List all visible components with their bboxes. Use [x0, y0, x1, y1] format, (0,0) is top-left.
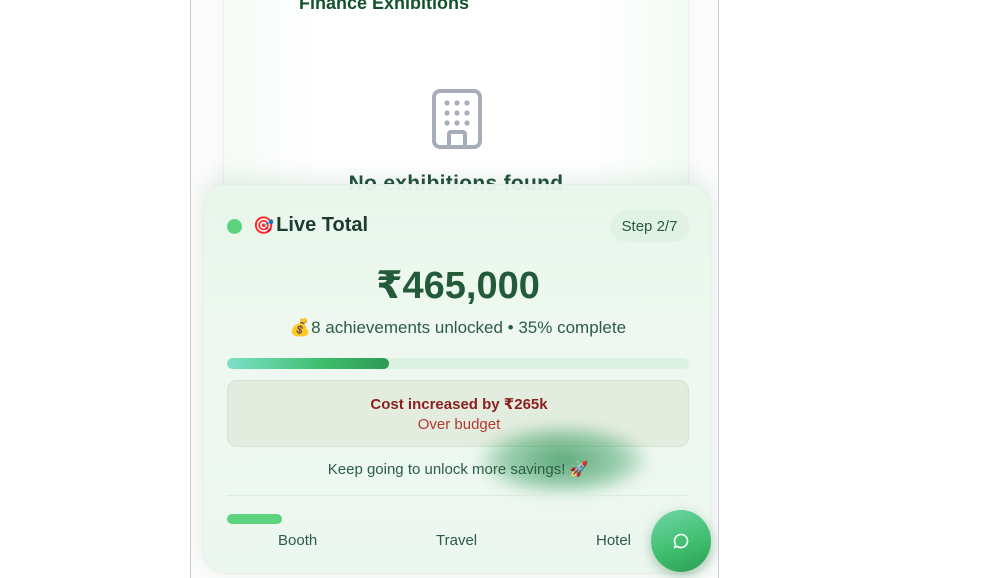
step-badge: Step 2/7 — [610, 210, 689, 242]
money-bag-icon: 💰 — [289, 318, 312, 337]
active-tab-indicator — [227, 514, 282, 524]
live-total-label: Live Total — [276, 214, 369, 236]
live-status-dot — [227, 219, 242, 234]
achievements-text: 8 achievements unlocked • 35% complete — [311, 318, 627, 337]
live-total-title: 🎯 Live Total — [253, 214, 368, 237]
tab-divider — [227, 495, 689, 496]
building-icon — [432, 89, 482, 149]
tab-hotel[interactable]: Hotel — [596, 532, 631, 549]
phone-frame: Finance Exhibitions No exhibitions found… — [190, 0, 719, 578]
exhibitions-title: Finance Exhibitions — [299, 0, 470, 13]
achievements-line: 💰8 achievements unlocked • 35% complete — [204, 318, 712, 338]
tab-travel[interactable]: Travel — [436, 532, 477, 549]
encouragement-text: Keep going to unlock more savings! 🚀 — [327, 461, 589, 478]
target-icon: 🎯 — [253, 216, 275, 235]
cost-alert-title: Cost increased by ₹265k — [370, 396, 548, 413]
chat-button[interactable] — [651, 510, 711, 572]
chat-icon — [673, 533, 689, 549]
live-total-panel: 🎯 Live Total Step 2/7 ₹465,000 💰8 achieve… — [203, 184, 711, 574]
progress-track — [227, 358, 689, 369]
progress-fill — [227, 358, 389, 369]
tab-booth[interactable]: Booth — [278, 532, 317, 549]
total-amount: ₹465,000 — [376, 265, 540, 307]
